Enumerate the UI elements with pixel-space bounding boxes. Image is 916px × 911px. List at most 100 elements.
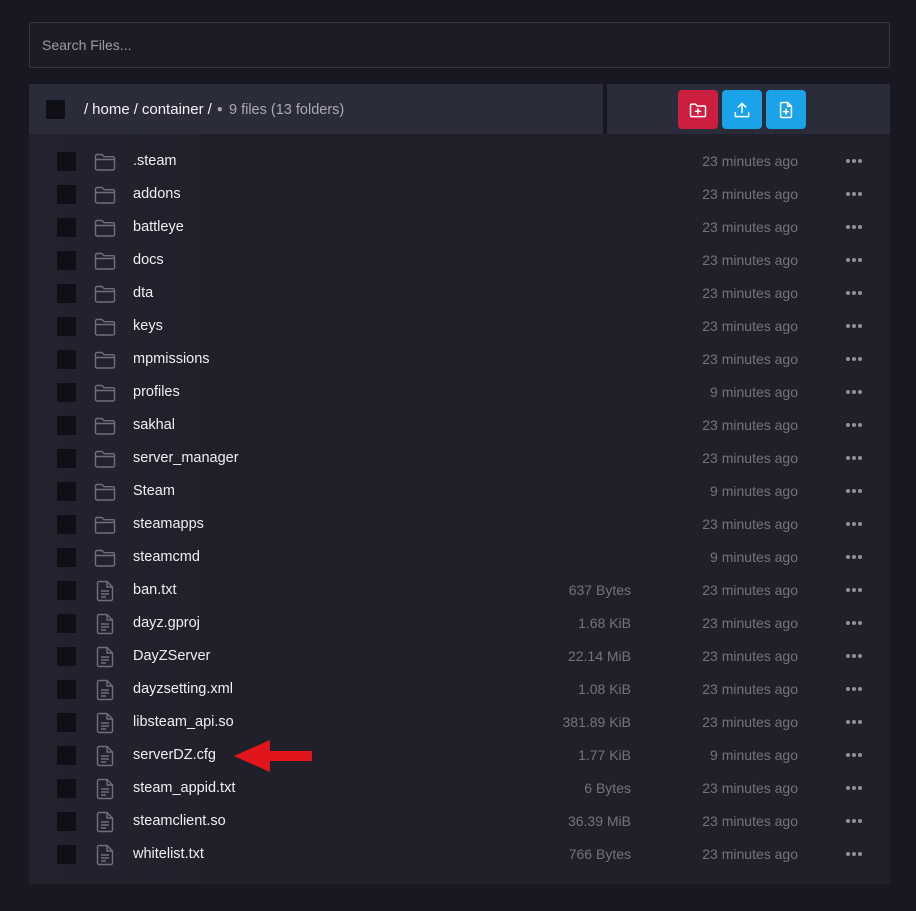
file-name[interactable]: serverDZ.cfg: [133, 747, 216, 763]
row-checkbox[interactable]: [57, 515, 76, 534]
file-row[interactable]: dayzsetting.xml 1.08 KiB 23 minutes ago: [29, 673, 890, 706]
folder-icon-wrap: [93, 448, 117, 469]
select-all-checkbox[interactable]: [46, 99, 65, 119]
folder-row[interactable]: server_manager 23 minutes ago: [29, 442, 890, 475]
more-options-icon[interactable]: [845, 219, 863, 235]
row-checkbox[interactable]: [57, 647, 76, 666]
row-checkbox[interactable]: [57, 449, 76, 468]
row-checkbox[interactable]: [57, 152, 76, 171]
file-name[interactable]: DayZServer: [133, 648, 210, 664]
row-checkbox[interactable]: [57, 482, 76, 501]
file-name[interactable]: profiles: [133, 384, 180, 400]
row-checkbox[interactable]: [57, 845, 76, 864]
search-box[interactable]: [29, 22, 890, 68]
file-icon-wrap: [93, 613, 117, 634]
folder-row[interactable]: addons 23 minutes ago: [29, 178, 890, 211]
file-row[interactable]: steam_appid.txt 6 Bytes 23 minutes ago: [29, 772, 890, 805]
file-name[interactable]: dayzsetting.xml: [133, 681, 233, 697]
more-options-icon[interactable]: [845, 549, 863, 565]
more-options-icon[interactable]: [845, 747, 863, 763]
more-options-icon[interactable]: [845, 846, 863, 862]
more-options-icon[interactable]: [845, 318, 863, 334]
file-name[interactable]: ban.txt: [133, 582, 177, 598]
more-options-icon[interactable]: [845, 351, 863, 367]
more-options-icon[interactable]: [845, 285, 863, 301]
file-name[interactable]: Steam: [133, 483, 175, 499]
more-options-icon[interactable]: [845, 450, 863, 466]
folder-row[interactable]: steamapps 23 minutes ago: [29, 508, 890, 541]
row-checkbox[interactable]: [57, 746, 76, 765]
more-options-icon[interactable]: [845, 813, 863, 829]
row-checkbox[interactable]: [57, 416, 76, 435]
folder-row[interactable]: Steam 9 minutes ago: [29, 475, 890, 508]
file-row[interactable]: whitelist.txt 766 Bytes 23 minutes ago: [29, 838, 890, 871]
new-folder-button[interactable]: [678, 90, 718, 129]
row-checkbox[interactable]: [57, 284, 76, 303]
folder-row[interactable]: battleye 23 minutes ago: [29, 211, 890, 244]
row-checkbox[interactable]: [57, 185, 76, 204]
more-options-icon[interactable]: [845, 384, 863, 400]
file-name[interactable]: sakhal: [133, 417, 175, 433]
folder-row[interactable]: steamcmd 9 minutes ago: [29, 541, 890, 574]
folder-row[interactable]: mpmissions 23 minutes ago: [29, 343, 890, 376]
file-name[interactable]: steamcmd: [133, 549, 200, 565]
new-file-button[interactable]: [766, 90, 806, 129]
file-name[interactable]: mpmissions: [133, 351, 210, 367]
more-options-icon[interactable]: [845, 153, 863, 169]
more-options-icon[interactable]: [845, 615, 863, 631]
folder-row[interactable]: keys 23 minutes ago: [29, 310, 890, 343]
file-row[interactable]: dayz.gproj 1.68 KiB 23 minutes ago: [29, 607, 890, 640]
file-name[interactable]: server_manager: [133, 450, 239, 466]
file-name[interactable]: battleye: [133, 219, 184, 235]
folder-row[interactable]: profiles 9 minutes ago: [29, 376, 890, 409]
file-name[interactable]: .steam: [133, 153, 177, 169]
row-checkbox[interactable]: [57, 779, 76, 798]
row-checkbox[interactable]: [57, 680, 76, 699]
row-checkbox[interactable]: [57, 812, 76, 831]
row-checkbox[interactable]: [57, 581, 76, 600]
folder-row[interactable]: docs 23 minutes ago: [29, 244, 890, 277]
row-checkbox[interactable]: [57, 548, 76, 567]
more-options-icon[interactable]: [845, 186, 863, 202]
file-name[interactable]: addons: [133, 186, 181, 202]
more-options-icon[interactable]: [845, 780, 863, 796]
file-name[interactable]: docs: [133, 252, 164, 268]
folder-plus-icon: [689, 102, 707, 117]
row-checkbox[interactable]: [57, 383, 76, 402]
more-options-icon[interactable]: [845, 252, 863, 268]
breadcrumb-container[interactable]: container: [142, 101, 204, 118]
more-options-icon[interactable]: [845, 648, 863, 664]
more-options-icon[interactable]: [845, 417, 863, 433]
file-name[interactable]: libsteam_api.so: [133, 714, 234, 730]
row-checkbox[interactable]: [57, 713, 76, 732]
row-checkbox[interactable]: [57, 218, 76, 237]
file-name[interactable]: steam_appid.txt: [133, 780, 235, 796]
breadcrumb-home[interactable]: home: [92, 101, 130, 118]
breadcrumb-separator: /: [84, 100, 89, 118]
folder-row[interactable]: sakhal 23 minutes ago: [29, 409, 890, 442]
more-options-icon[interactable]: [845, 582, 863, 598]
row-checkbox[interactable]: [57, 251, 76, 270]
file-name[interactable]: whitelist.txt: [133, 846, 204, 862]
file-row[interactable]: DayZServer 22.14 MiB 23 minutes ago: [29, 640, 890, 673]
file-row[interactable]: ban.txt 637 Bytes 23 minutes ago: [29, 574, 890, 607]
more-options-icon[interactable]: [845, 483, 863, 499]
file-name[interactable]: steamclient.so: [133, 813, 226, 829]
file-row[interactable]: serverDZ.cfg 1.77 KiB 9 minutes ago: [29, 739, 890, 772]
upload-button[interactable]: [722, 90, 762, 129]
more-options-icon[interactable]: [845, 516, 863, 532]
more-options-icon[interactable]: [845, 681, 863, 697]
file-name[interactable]: dayz.gproj: [133, 615, 200, 631]
file-name[interactable]: dta: [133, 285, 153, 301]
folder-row[interactable]: .steam 23 minutes ago: [29, 145, 890, 178]
row-checkbox[interactable]: [57, 614, 76, 633]
file-name[interactable]: keys: [133, 318, 163, 334]
search-input[interactable]: [42, 37, 889, 53]
file-row[interactable]: libsteam_api.so 381.89 KiB 23 minutes ago: [29, 706, 890, 739]
row-checkbox[interactable]: [57, 317, 76, 336]
folder-row[interactable]: dta 23 minutes ago: [29, 277, 890, 310]
more-options-icon[interactable]: [845, 714, 863, 730]
file-row[interactable]: steamclient.so 36.39 MiB 23 minutes ago: [29, 805, 890, 838]
file-name[interactable]: steamapps: [133, 516, 204, 532]
row-checkbox[interactable]: [57, 350, 76, 369]
